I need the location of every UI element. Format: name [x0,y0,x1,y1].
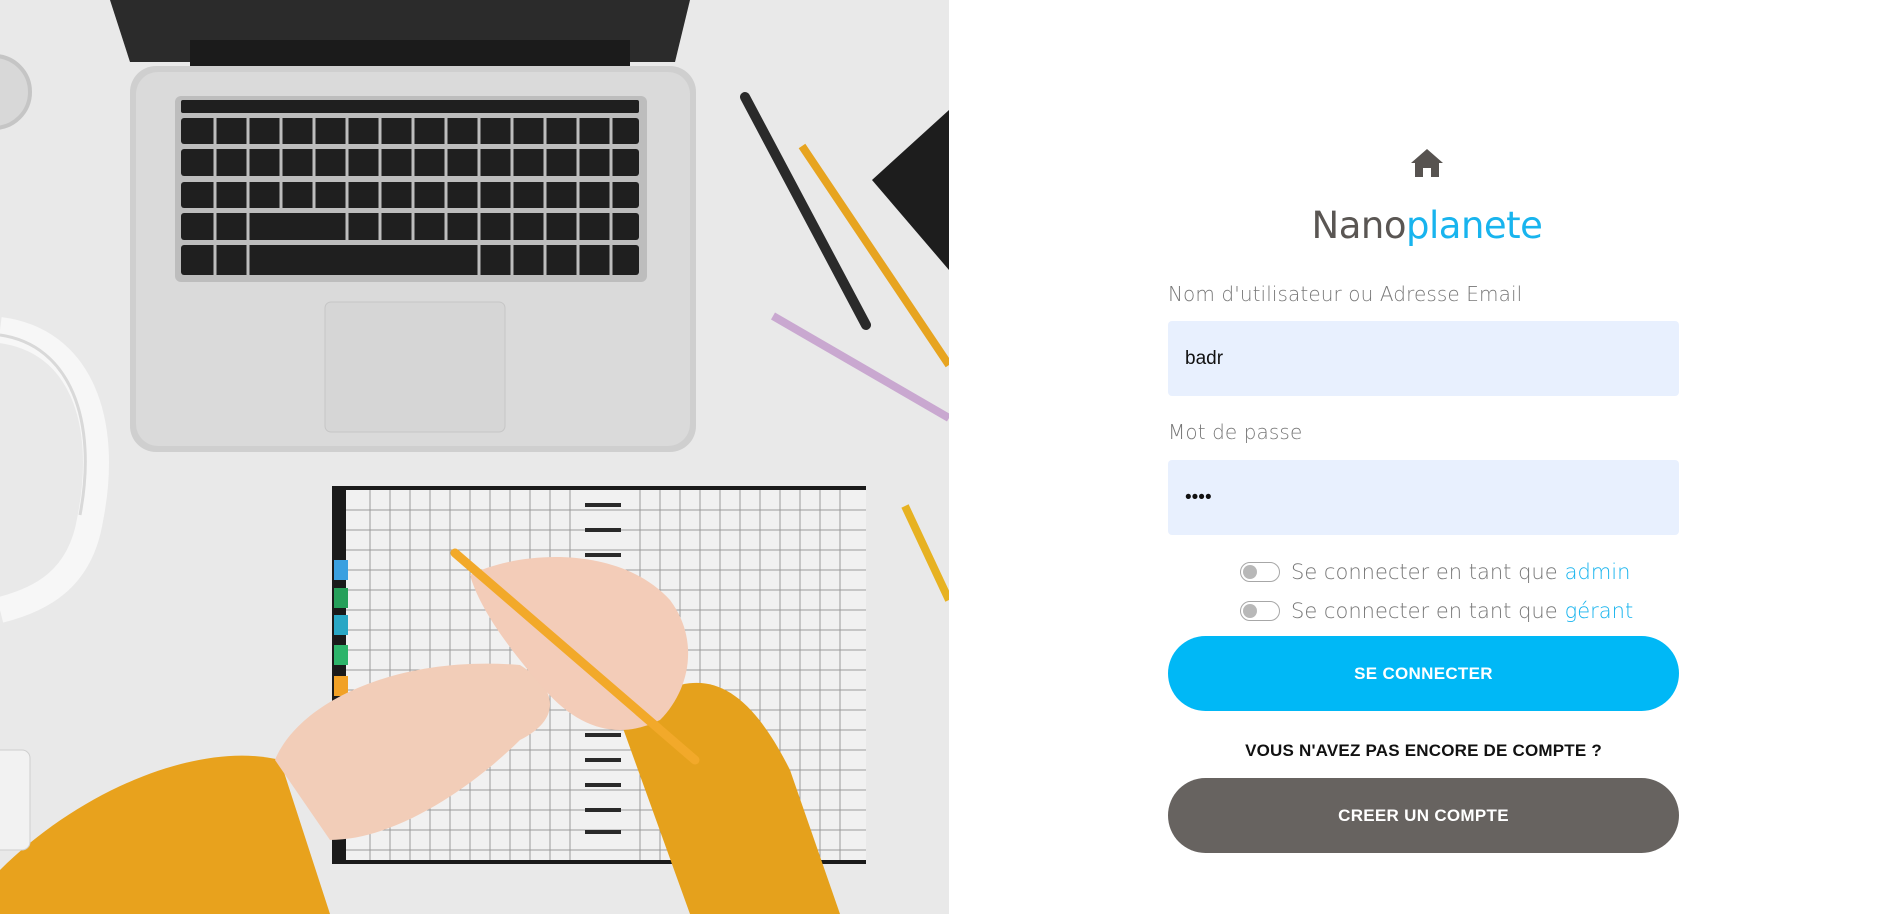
admin-role-text: admin [1564,560,1631,584]
manager-toggle-label: Se connecter en tant que [1291,599,1558,623]
brand-title: Nanoplanete [1167,203,1687,249]
password-label: Mot de passe [1168,420,1303,444]
toggle-knob [1243,565,1257,579]
signup-prompt: VOUS N'AVEZ PAS ENCORE DE COMPTE ? [1245,741,1602,760]
manager-toggle[interactable] [1240,601,1280,621]
create-account-button[interactable]: CREER UN COMPTE [1168,778,1679,853]
toggle-knob [1243,604,1257,618]
admin-toggle[interactable] [1240,562,1280,582]
login-button[interactable]: SE CONNECTER [1168,636,1679,711]
brand-part-2: planete [1406,204,1543,247]
manager-toggle-row: Se connecter en tant que gérant [1240,596,1633,626]
username-label: Nom d'utilisateur ou Adresse Email [1168,282,1523,306]
admin-toggle-label: Se connecter en tant que [1291,560,1558,584]
manager-role-text: gérant [1564,599,1634,623]
login-panel [949,0,1899,914]
home-icon[interactable] [1410,148,1444,178]
password-input[interactable] [1168,460,1679,535]
username-input[interactable] [1168,321,1679,396]
admin-toggle-row: Se connecter en tant que admin [1240,557,1630,587]
brand-part-1: Nano [1311,204,1407,247]
hero-image [0,0,949,914]
